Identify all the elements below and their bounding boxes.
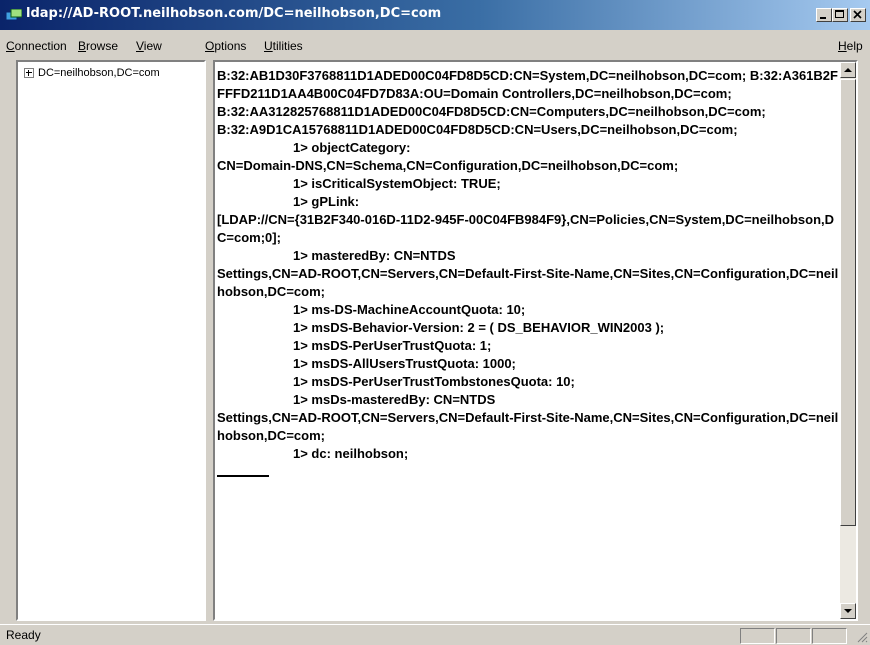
menu-bar: Connection Browse View Options Utilities… [0,32,870,58]
maximize-button[interactable] [832,8,848,22]
detail-line: CN=Domain-DNS,CN=Schema,CN=Configuration… [217,158,679,173]
detail-line: [LDAP://CN={31B2F340-016D-11D2-945F-00C0… [217,212,835,245]
close-button[interactable] [850,8,866,22]
expand-icon[interactable] [24,68,34,79]
detail-line: B:32:AB1D30F3768811D1ADED00C04FD8D5CD:CN… [217,68,838,101]
detail-line: Settings,CN=AD-ROOT,CN=Servers,CN=Defaul… [217,410,839,443]
arrow-up-icon [844,68,852,72]
detail-line: Settings,CN=AD-ROOT,CN=Servers,CN=Defaul… [217,266,839,299]
detail-attribute: 1> objectCategory: [293,140,411,155]
minimize-button[interactable] [816,8,832,22]
detail-line: B:32:AA312825768811D1ADED00C04FD8D5CD:CN… [217,104,766,119]
arrow-down-icon [844,609,852,613]
detail-pane[interactable]: B:32:AB1D30F3768811D1ADED00C04FD8D5CD:CN… [213,60,858,621]
tree-item-root[interactable]: DC=neilhobson,DC=com [24,67,160,79]
detail-attribute: 1> msDS-PerUserTrustTombstonesQuota: 10; [293,374,575,389]
detail-attribute: 1> isCriticalSystemObject: TRUE; [293,176,501,191]
detail-attribute: 1> gPLink: [293,194,360,209]
scroll-thumb[interactable] [840,79,856,526]
menu-options[interactable]: Options [205,39,246,53]
menu-help[interactable]: Help [838,39,863,53]
maximize-icon [835,10,844,18]
detail-line: B:32:A9D1CA15768811D1ADED00C04FD8D5CD:CN… [217,122,738,137]
menu-connection[interactable]: Connection [6,39,67,53]
vertical-scrollbar[interactable] [840,62,856,619]
status-text: Ready [6,628,41,642]
ldp-app-icon [6,9,22,21]
detail-attribute: 1> msDS-AllUsersTrustQuota: 1000; [293,356,516,371]
output-separator [217,475,269,477]
title-bar[interactable]: ldap://AD-ROOT.neilhobson.com/DC=neilhob… [0,0,870,30]
resize-grip-icon[interactable] [856,631,868,643]
detail-attribute: 1> msDS-Behavior-Version: 2 = ( DS_BEHAV… [293,320,665,335]
status-panel [776,628,811,644]
detail-attribute: 1> msDS-PerUserTrustQuota: 1; [293,338,492,353]
status-panel [812,628,847,644]
status-bar: Ready [0,624,870,645]
menu-view[interactable]: View [136,39,162,53]
tree-pane[interactable]: DC=neilhobson,DC=com [16,60,206,621]
detail-attribute: 1> masteredBy: CN=NTDS [293,248,456,263]
status-panel [740,628,775,644]
menu-utilities[interactable]: Utilities [264,39,303,53]
close-icon [853,10,862,19]
pane-splitter[interactable] [206,60,213,621]
scroll-up-button[interactable] [840,62,856,78]
detail-attribute: 1> ms-DS-MachineAccountQuota: 10; [293,302,526,317]
menu-browse[interactable]: Browse [78,39,118,53]
tree-item-label: DC=neilhobson,DC=com [38,67,160,79]
minimize-icon [820,17,826,19]
detail-attribute: 1> dc: neilhobson; [293,446,409,461]
scroll-down-button[interactable] [840,603,856,619]
detail-attribute: 1> msDs-masteredBy: CN=NTDS [293,392,496,407]
window-title: ldap://AD-ROOT.neilhobson.com/DC=neilhob… [26,6,442,21]
detail-content: B:32:AB1D30F3768811D1ADED00C04FD8D5CD:CN… [217,67,839,477]
